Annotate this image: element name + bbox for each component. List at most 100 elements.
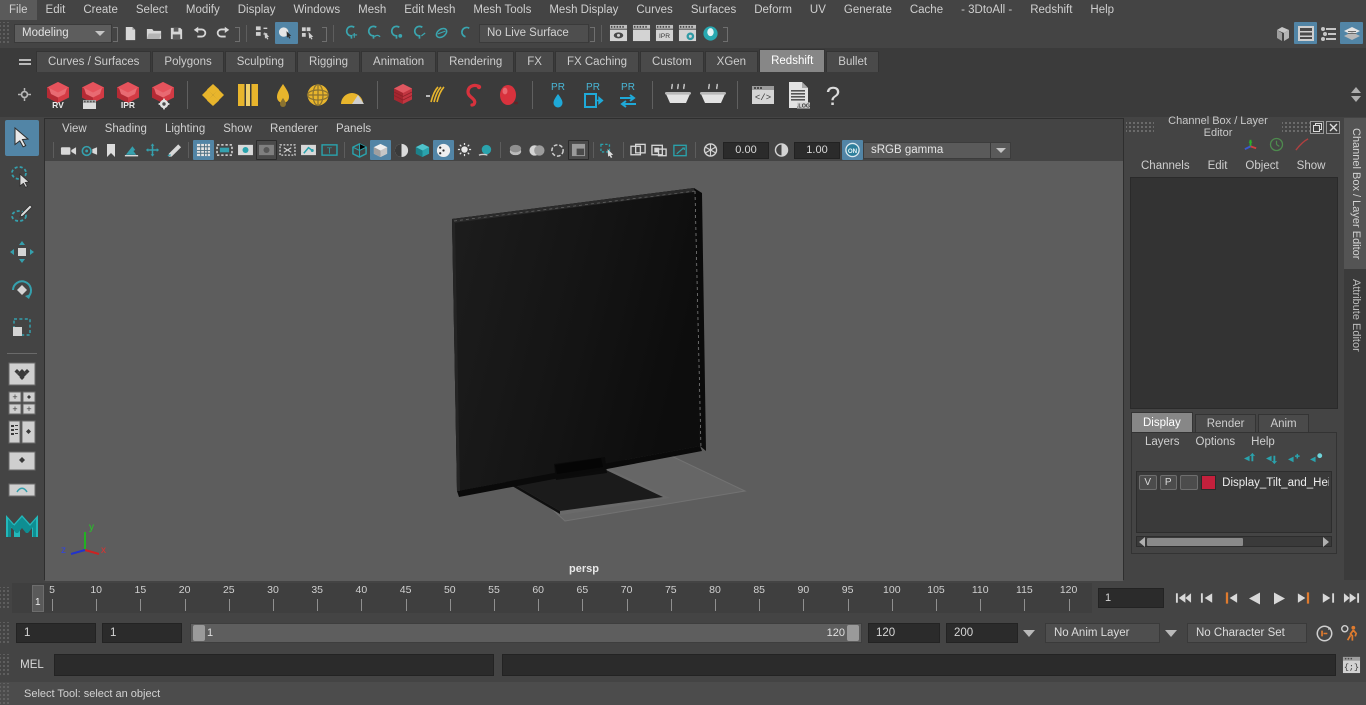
- step-forward-keyframe-icon[interactable]: [1316, 587, 1338, 609]
- shelf-redshift-dome[interactable]: [335, 77, 370, 113]
- layer-color-swatch[interactable]: [1200, 475, 1217, 490]
- step-forward-frame-icon[interactable]: [1292, 587, 1314, 609]
- save-scene-icon[interactable]: [165, 22, 188, 44]
- animation-start-time-field[interactable]: 1: [16, 623, 96, 643]
- character-set-dropdown-icon[interactable]: [1165, 629, 1177, 637]
- make-live-icon[interactable]: [431, 22, 454, 44]
- shelf-redshift-pr-light[interactable]: PR: [540, 77, 575, 113]
- texture-mode-icon[interactable]: T: [319, 140, 340, 160]
- snap-to-view-plane-icon[interactable]: [454, 22, 477, 44]
- shelf-redshift-proxy[interactable]: [385, 77, 420, 113]
- menu-set-selector[interactable]: Modeling: [14, 23, 112, 43]
- grease-pencil-icon[interactable]: [163, 140, 184, 160]
- shelf-tab-fx-caching[interactable]: FX Caching: [554, 51, 640, 72]
- shelf-scroll-down-icon[interactable]: [1351, 96, 1361, 102]
- wireframe-shading-icon[interactable]: [349, 140, 370, 160]
- close-window-icon[interactable]: [1326, 120, 1340, 134]
- shelf-redshift-help[interactable]: ?: [815, 77, 850, 113]
- script-editor-icon[interactable]: {;}: [1340, 654, 1362, 676]
- shelf-redshift-script[interactable]: </>: [745, 77, 780, 113]
- depth-of-field-icon[interactable]: [547, 140, 568, 160]
- camera-settings-icon[interactable]: [79, 140, 100, 160]
- layer-menu-help[interactable]: Help: [1243, 433, 1283, 451]
- xray-joints-icon[interactable]: [298, 140, 319, 160]
- panel-grip-right[interactable]: [1282, 120, 1310, 134]
- menu-edit[interactable]: Edit: [37, 0, 75, 20]
- menu-surfaces[interactable]: Surfaces: [682, 0, 745, 20]
- time-slider-grip[interactable]: [0, 587, 10, 609]
- select-tool[interactable]: [5, 120, 39, 156]
- playback-end-time-field[interactable]: 120: [868, 623, 940, 643]
- film-gate-icon[interactable]: [214, 140, 235, 160]
- scale-tool[interactable]: [5, 310, 39, 346]
- shelf-tab-rigging[interactable]: Rigging: [297, 51, 361, 72]
- 2d-pan-zoom-icon[interactable]: [142, 140, 163, 160]
- viewport-menu-view[interactable]: View: [53, 119, 96, 139]
- shelf-redshift-pr-portal[interactable]: PR: [575, 77, 610, 113]
- layer-name[interactable]: Display_Tilt_and_Heigl: [1222, 477, 1329, 489]
- shelf-tab-animation[interactable]: Animation: [361, 51, 437, 72]
- snap-to-projected-center-icon[interactable]: [408, 22, 431, 44]
- command-output-field[interactable]: [502, 654, 1336, 676]
- menu-cache[interactable]: Cache: [901, 0, 952, 20]
- menu-3dtoall[interactable]: - 3DtoAll -: [952, 0, 1021, 20]
- shelf-redshift-log[interactable]: .LOG: [780, 77, 815, 113]
- panel-single-icon[interactable]: [628, 140, 649, 160]
- scrollbar-thumb[interactable]: [1147, 537, 1243, 546]
- hypershade-icon[interactable]: [699, 22, 722, 44]
- command-line-grip[interactable]: [0, 654, 10, 676]
- side-tab-channel-box[interactable]: Channel Box / Layer Editor: [1344, 118, 1366, 270]
- grid-toggle-icon[interactable]: [193, 140, 214, 160]
- range-slider-grip[interactable]: [0, 622, 10, 644]
- anti-aliasing-icon[interactable]: [526, 140, 547, 160]
- smooth-shade-all-icon[interactable]: [370, 140, 391, 160]
- shelf-redshift-sphere[interactable]: [490, 77, 525, 113]
- resolution-gate-icon[interactable]: [235, 140, 256, 160]
- live-surface-field[interactable]: No Live Surface: [479, 23, 589, 43]
- color-management-dropdown-arrow[interactable]: [991, 141, 1011, 159]
- viewport-menu-renderer[interactable]: Renderer: [261, 119, 327, 139]
- layer-menu-layers[interactable]: Layers: [1137, 433, 1188, 451]
- menu-mesh-display[interactable]: Mesh Display: [540, 0, 627, 20]
- layer-playback-toggle[interactable]: P: [1159, 475, 1177, 490]
- layout-four-view[interactable]: + + +: [7, 390, 37, 416]
- auto-keyframe-icon[interactable]: [1315, 624, 1334, 643]
- color-management-toggle-icon[interactable]: ON: [842, 140, 863, 160]
- menu-deform[interactable]: Deform: [745, 0, 801, 20]
- motion-blur-icon[interactable]: [505, 140, 526, 160]
- current-frame-field[interactable]: 1: [1098, 588, 1164, 608]
- create-new-layer-icon[interactable]: [1287, 452, 1302, 468]
- step-back-keyframe-icon[interactable]: [1196, 587, 1218, 609]
- go-to-end-icon[interactable]: [1340, 587, 1362, 609]
- shelf-tab-polygons[interactable]: Polygons: [152, 51, 224, 72]
- ambient-occlusion-icon[interactable]: [475, 140, 496, 160]
- menu-select[interactable]: Select: [127, 0, 177, 20]
- layer-visibility-toggle[interactable]: V: [1139, 475, 1157, 490]
- shelf-redshift-bake-2[interactable]: [695, 77, 730, 113]
- shelf-redshift-render-settings[interactable]: [145, 77, 180, 113]
- shelf-tab-rendering[interactable]: Rendering: [437, 51, 515, 72]
- layer-tab-display[interactable]: Display: [1131, 412, 1193, 432]
- layout-single-perspective[interactable]: [7, 361, 37, 387]
- move-layer-down-icon[interactable]: [1265, 452, 1280, 468]
- shelf-tab-redshift[interactable]: Redshift: [759, 49, 826, 72]
- time-slider[interactable]: 1 5 10 15 20 25 30 35 40 45 50 55 60 65 70 75 80 85 90 95 1…: [12, 583, 1092, 613]
- animation-end-time-field[interactable]: 200: [946, 623, 1018, 643]
- menu-display[interactable]: Display: [229, 0, 285, 20]
- help-line-grip[interactable]: [0, 682, 10, 705]
- image-plane-icon[interactable]: [121, 140, 142, 160]
- render-current-frame-icon[interactable]: [630, 22, 653, 44]
- panel-maximize-icon[interactable]: [670, 140, 691, 160]
- shelf-redshift-render-view[interactable]: RV: [40, 77, 75, 113]
- select-by-component-icon[interactable]: [298, 22, 321, 44]
- layout-persp-graph[interactable]: [7, 477, 37, 503]
- menu-redshift[interactable]: Redshift: [1021, 0, 1081, 20]
- shelf-redshift-render-sequence[interactable]: [75, 77, 110, 113]
- new-scene-icon[interactable]: [119, 22, 142, 44]
- anim-layer-dropdown-icon[interactable]: [1023, 629, 1035, 637]
- gamma-field[interactable]: 1.00: [794, 141, 840, 159]
- menu-generate[interactable]: Generate: [835, 0, 901, 20]
- layer-tab-anim[interactable]: Anim: [1258, 414, 1309, 432]
- menu-uv[interactable]: UV: [801, 0, 835, 20]
- xray-icon[interactable]: [277, 140, 298, 160]
